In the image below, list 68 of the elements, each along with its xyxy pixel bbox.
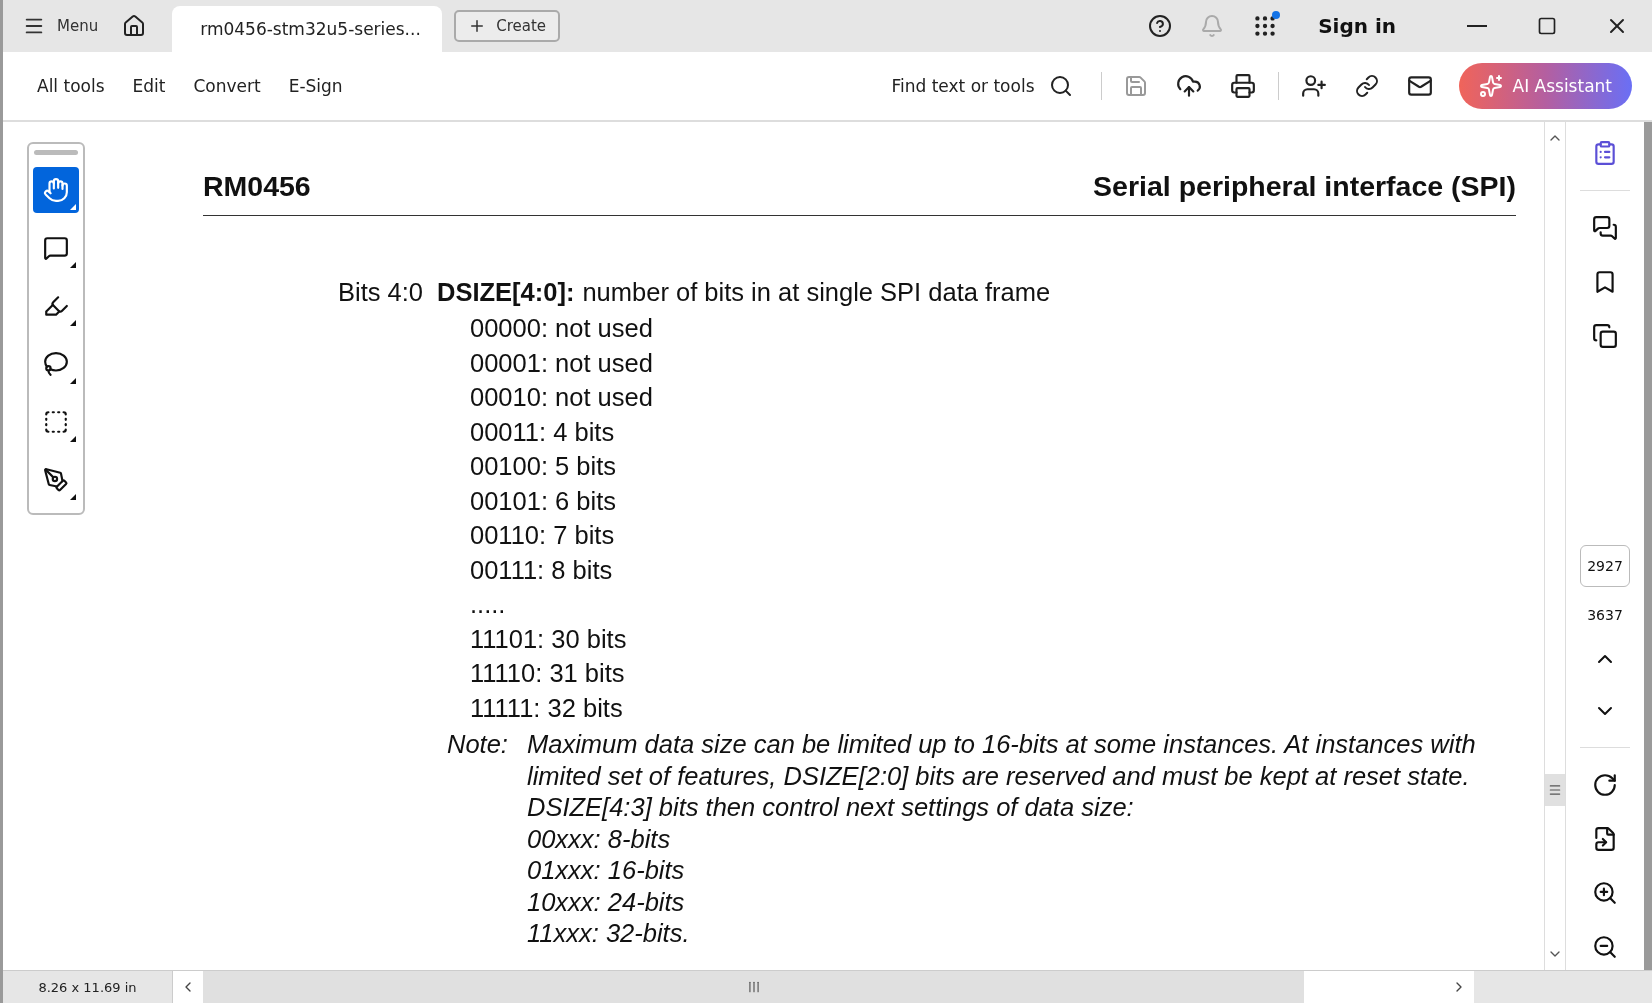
page-fit-icon [1592,826,1618,852]
bit-range: Bits 4:0 [336,278,423,307]
grip-icon [1548,783,1562,797]
pages-icon [1592,323,1618,349]
section-title: Serial peripheral interface (SPI) [1093,170,1516,203]
document-id: RM0456 [203,170,311,203]
menu-item[interactable]: All tools [23,68,119,104]
lasso-icon [43,351,69,377]
create-button[interactable]: Create [454,10,561,42]
ai-assistant-button[interactable]: AI Assistant [1458,63,1632,109]
menu-button[interactable]: Menu [13,9,109,43]
value-line: 00101: 6 bits [470,485,618,517]
document-tab[interactable]: rm0456-stm32u5-series... [172,6,443,52]
pen-icon [43,467,69,493]
user-plus-icon [1300,73,1327,99]
scroll-thumb[interactable] [1545,774,1565,806]
maximize-icon [1537,16,1557,36]
note-line: 10xxx: 24-bits [527,886,686,918]
search-button[interactable]: Find text or tools [885,73,1079,99]
help-icon [1148,14,1173,38]
printer-icon [1229,73,1256,99]
note-label: Note: [447,729,509,760]
note-line: limited set of features, DSIZE[2:0] bits are reserved and must be kept at reset state. [527,760,1471,792]
sparkle-icon [1478,74,1503,98]
hand-icon [43,177,69,203]
grip-icon [746,980,761,994]
mail-icon [1406,73,1433,99]
value-line: 11110: 31 bits [470,658,626,689]
cloud-upload-icon [1175,73,1202,99]
note-line: 11xxx: 32-bits. [527,918,691,949]
zoom-out-icon [1592,934,1618,960]
value-line: 00001: not used [470,347,654,379]
text-select-icon [43,409,69,435]
home-icon [122,14,147,38]
search-icon [1048,74,1073,98]
value-line: 11101: 30 bits [470,623,628,655]
value-line: 00010: not used [470,382,654,413]
menu-item[interactable]: Convert [179,68,275,104]
note-line: 00xxx: 8-bits [527,823,672,855]
value-line: 00000: not used [470,313,654,344]
save-icon [1123,74,1148,98]
field-description: number of bits in at single SPI data frame [582,278,1051,307]
value-line: 11111: 32 bits [470,692,624,724]
sign-in-button[interactable]: Sign in [1312,13,1402,39]
rotate-icon [1592,772,1618,798]
value-line: 00100: 5 bits [470,451,618,482]
bell-icon [1200,14,1225,38]
note-line: DSIZE[4:3] bits then control next settings of data size: [527,792,1135,823]
value-line: ..... [470,589,507,620]
link-icon [1354,74,1379,98]
highlighter-icon [43,293,69,319]
menu-item[interactable]: Edit [118,68,180,104]
tab-title: rm0456-stm32u5-series... [200,19,421,39]
minimize-icon [1467,25,1487,27]
zoom-in-icon [1592,880,1618,906]
page-number-field[interactable]: 2927 [1580,545,1630,587]
menu-item[interactable]: E-Sign [274,68,357,104]
page-total: 3637 [1587,607,1623,623]
note-line: Maximum data size can be limited up to 16-bits at some instances. At instances with [527,729,1476,760]
value-line: 00111: 8 bits [470,554,614,586]
horizontal-scroll-thumb[interactable] [203,971,1304,1003]
note-line: 01xxx: 16-bits [527,855,686,886]
field-name: DSIZE[4:0]: [437,278,575,307]
comment-icon [43,235,69,261]
value-line: 00110: 7 bits [470,520,616,551]
drag-handle[interactable] [34,150,78,155]
value-line: 00011: 4 bits [470,416,616,448]
comments-icon [1592,215,1618,241]
